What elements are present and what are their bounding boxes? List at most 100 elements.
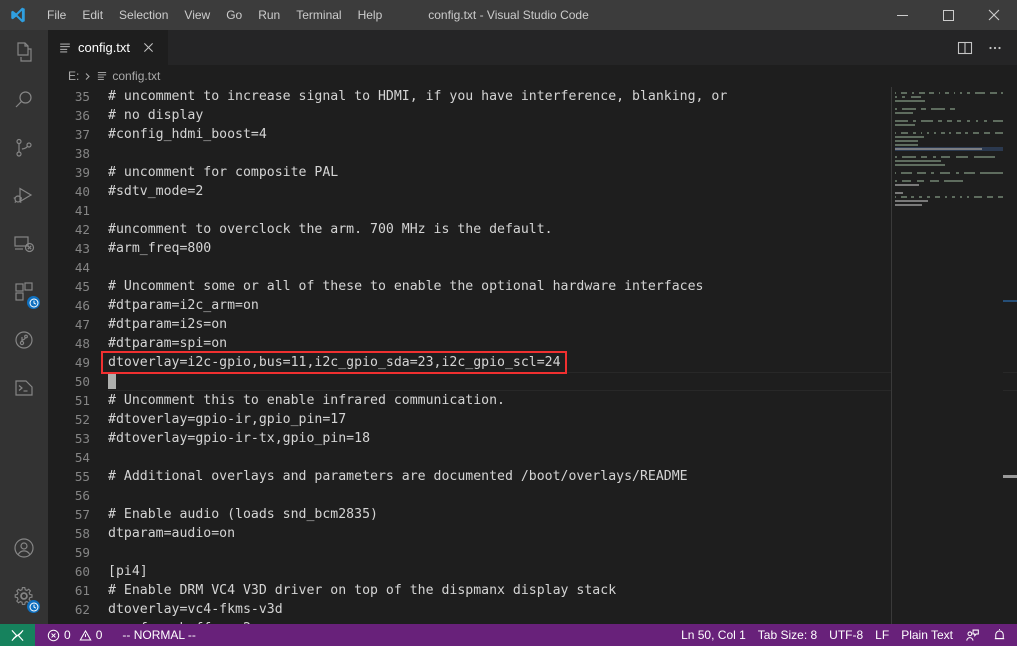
menu-selection[interactable]: Selection: [111, 4, 176, 26]
activity-item-explorer[interactable]: [0, 30, 48, 78]
code-line[interactable]: 35 # uncomment to increase signal to HDMI…: [48, 87, 1017, 106]
activity-item-source-control[interactable]: [0, 126, 48, 174]
menu-help[interactable]: Help: [350, 4, 391, 26]
code-line[interactable]: 43 #arm_freq=800: [48, 239, 1017, 258]
code-line[interactable]: 60 [pi4]: [48, 562, 1017, 581]
status-notifications[interactable]: [986, 624, 1013, 646]
code-line[interactable]: 59: [48, 543, 1017, 562]
line-number: 41: [74, 203, 90, 218]
minimap[interactable]: [891, 87, 1003, 624]
code-line[interactable]: 42 #uncomment to overclock the arm. 700 M…: [48, 220, 1017, 239]
run-debug-icon: [12, 184, 36, 213]
code-line[interactable]: 39 # uncomment for composite PAL: [48, 163, 1017, 182]
code-lines: 35 # uncomment to increase signal to HDMI…: [48, 87, 1017, 624]
text-file-icon: [58, 41, 72, 55]
status-remote-host[interactable]: [0, 624, 35, 646]
settings-clock-badge-icon: [27, 600, 40, 613]
status-feedback[interactable]: [959, 624, 986, 646]
code-line[interactable]: 57 # Enable audio (loads snd_bcm2835): [48, 505, 1017, 524]
line-number: 49: [74, 355, 90, 370]
minimap-border: [891, 87, 892, 624]
breadcrumb-file[interactable]: config.txt: [96, 69, 160, 83]
code-line[interactable]: 36 # no display: [48, 106, 1017, 125]
ellipsis-icon[interactable]: [981, 34, 1009, 62]
code-line[interactable]: 49 dtoverlay=i2c-gpio,bus=11,i2c_gpio_sda…: [48, 353, 1017, 372]
line-number: 58: [74, 526, 90, 541]
maximize-icon[interactable]: [925, 0, 971, 30]
status-cursor-position[interactable]: Ln 50, Col 1: [675, 624, 752, 646]
line-number: 43: [74, 241, 90, 256]
tab-config-txt[interactable]: config.txt: [48, 30, 170, 65]
status-eol[interactable]: LF: [869, 624, 895, 646]
menu-file[interactable]: File: [39, 4, 74, 26]
activity-item-search[interactable]: [0, 78, 48, 126]
code-line[interactable]: 46 #dtparam=i2c_arm=on: [48, 296, 1017, 315]
code-line[interactable]: 55 # Additional overlays and parameters a…: [48, 467, 1017, 486]
code-line-text: #config_hdmi_boost=4: [108, 127, 267, 142]
menu-go[interactable]: Go: [218, 4, 250, 26]
breadcrumb-root[interactable]: E:: [68, 69, 79, 83]
close-icon[interactable]: [971, 0, 1017, 30]
split-editor-icon[interactable]: [951, 34, 979, 62]
minimize-icon[interactable]: [879, 0, 925, 30]
code-line[interactable]: 52 #dtoverlay=gpio-ir,gpio_pin=17: [48, 410, 1017, 429]
code-line[interactable]: 48 #dtparam=spi=on: [48, 334, 1017, 353]
code-line[interactable]: 62 dtoverlay=vc4-fkms-v3d: [48, 600, 1017, 619]
code-line-text: dtoverlay=vc4-fkms-v3d: [108, 602, 283, 617]
code-line[interactable]: 37 #config_hdmi_boost=4: [48, 125, 1017, 144]
extensions-clock-badge-icon: [27, 296, 40, 309]
code-line-text: # Uncomment this to enable infrared comm…: [108, 393, 505, 408]
code-line-text: max_framebuffers=2: [90, 619, 1017, 624]
tab-close-icon[interactable]: [138, 38, 158, 58]
menu-selection-label: Selection: [119, 8, 169, 22]
code-line[interactable]: 56: [48, 486, 1017, 505]
code-line[interactable]: 54: [48, 448, 1017, 467]
code-line[interactable]: 50: [48, 371, 1017, 391]
activity-item-manage-settings[interactable]: [0, 574, 48, 622]
code-line[interactable]: 63max_framebuffers=2: [48, 619, 1017, 624]
window-controls: [879, 0, 1017, 30]
activity-item-extensions[interactable]: [0, 270, 48, 318]
status-cursor-position-label: Ln 50, Col 1: [681, 628, 746, 642]
line-number: 61: [74, 583, 90, 598]
code-line[interactable]: 51 # Uncomment this to enable infrared co…: [48, 391, 1017, 410]
editor-vertical-scrollbar[interactable]: [1003, 87, 1017, 624]
error-icon: [47, 629, 60, 642]
chevron-right-icon: [83, 72, 92, 81]
tab-bar: config.txt: [48, 30, 1017, 65]
line-number: 46: [74, 298, 90, 313]
activity-item-accounts[interactable]: [0, 526, 48, 574]
line-number: 35: [74, 89, 90, 104]
source-control-icon: [12, 136, 36, 165]
editor-viewport[interactable]: 35 # uncomment to increase signal to HDMI…: [48, 87, 1017, 624]
code-line[interactable]: 44: [48, 258, 1017, 277]
code-line[interactable]: 41: [48, 201, 1017, 220]
code-line[interactable]: 45 # Uncomment some or all of these to en…: [48, 277, 1017, 296]
status-encoding[interactable]: UTF-8: [823, 624, 869, 646]
status-problems[interactable]: 0 0: [35, 624, 108, 646]
warning-icon: [79, 629, 92, 642]
code-line-text: # uncomment to increase signal to HDMI, …: [108, 89, 728, 104]
code-line[interactable]: 53 #dtoverlay=gpio-ir-tx,gpio_pin=18: [48, 429, 1017, 448]
code-line[interactable]: 61 # Enable DRM VC4 V3D driver on top of …: [48, 581, 1017, 600]
activity-item-terminal-panel[interactable]: [0, 366, 48, 414]
activity-item-remote-explorer[interactable]: [0, 222, 48, 270]
breadcrumb: E: config.txt: [48, 65, 1017, 87]
files-icon: [12, 40, 36, 69]
editor-actions: [951, 30, 1017, 65]
code-line[interactable]: 40 #sdtv_mode=2: [48, 182, 1017, 201]
menu-run[interactable]: Run: [250, 4, 288, 26]
line-number: 50: [74, 374, 90, 389]
menu-edit[interactable]: Edit: [74, 4, 111, 26]
activity-item-run-and-debug[interactable]: [0, 174, 48, 222]
activity-item-timeline[interactable]: [0, 318, 48, 366]
code-line[interactable]: 38: [48, 144, 1017, 163]
code-line[interactable]: 47 #dtparam=i2s=on: [48, 315, 1017, 334]
menu-terminal[interactable]: Terminal: [288, 4, 349, 26]
status-language-mode[interactable]: Plain Text: [895, 624, 959, 646]
code-line[interactable]: 58 dtparam=audio=on: [48, 524, 1017, 543]
status-tab-size[interactable]: Tab Size: 8: [752, 624, 823, 646]
menu-run-label: Run: [258, 8, 281, 22]
menu-view[interactable]: View: [176, 4, 218, 26]
code-line-text: # Enable audio (loads snd_bcm2835): [108, 507, 378, 522]
